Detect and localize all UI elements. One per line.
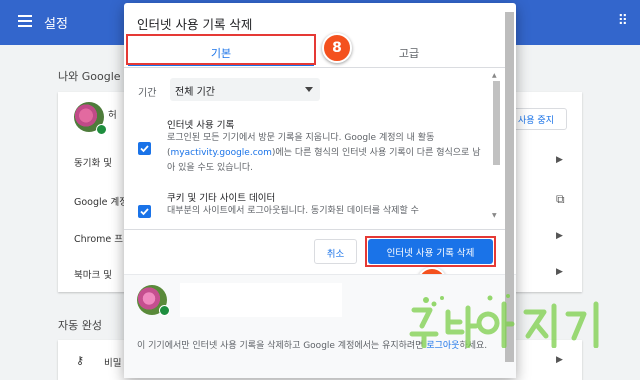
time-range-label: 기간 [138, 88, 157, 99]
time-range-value: 전체 기간 [175, 87, 215, 98]
chevron-right-icon: ▶ [556, 231, 563, 241]
sync-badge-icon [96, 124, 107, 135]
myactivity-link[interactable]: myactivity.google.com [171, 148, 272, 158]
check-icon [140, 145, 149, 153]
sync-badge-icon [159, 305, 170, 316]
cookies-checkbox[interactable] [138, 205, 151, 218]
browsing-history-desc: 로그인된 모든 기기에서 방문 기록을 지웁니다. Google 계정의 내 활… [167, 131, 485, 176]
row-sync[interactable]: 동기화 및 [74, 155, 112, 169]
profile-name: 허 [108, 110, 117, 121]
cookies-title: 쿠키 및 기타 사이트 데이터 [167, 193, 276, 204]
highlight-basic-tab [126, 34, 316, 65]
row-bookmarks[interactable]: 북마크 및 [74, 267, 112, 281]
account-info-redacted [180, 283, 342, 317]
scroll-up-icon[interactable]: ▲ [492, 72, 497, 79]
chevron-right-icon: ▶ [556, 355, 563, 365]
section-autofill: 자동 완성 [58, 319, 102, 332]
watermark-logo [409, 294, 599, 348]
chevron-right-icon: ▶ [556, 155, 563, 165]
external-link-icon: ⧉ [556, 192, 565, 206]
chevron-right-icon: ▶ [556, 267, 563, 277]
key-icon: ⚷ [76, 354, 85, 367]
scroll-down-icon[interactable]: ▼ [492, 212, 497, 219]
highlight-clear-button [365, 236, 496, 267]
cookies-desc: 대부분의 사이트에서 로그아웃됩니다. 동기화된 데이터를 삭제할 수 [167, 206, 419, 216]
cancel-button[interactable]: 취소 [314, 239, 357, 264]
row-google-account[interactable]: Google 계정 [74, 194, 128, 208]
menu-icon[interactable] [18, 15, 32, 27]
row-chrome-profile[interactable]: Chrome 프 [74, 231, 123, 245]
section-you-and-google: 나와 Google [58, 70, 121, 83]
check-icon [140, 208, 149, 216]
step-8-badge: 8 [322, 33, 352, 63]
row-passwords[interactable]: 비밀 [104, 355, 121, 369]
apps-icon[interactable]: ⠿ [618, 13, 628, 29]
settings-title: 설정 [44, 17, 68, 32]
browsing-history-checkbox[interactable] [138, 142, 151, 155]
caret-down-icon [305, 87, 313, 92]
dialog-scrollbar[interactable] [493, 81, 500, 165]
browsing-history-title: 인터넷 사용 기록 [167, 120, 235, 131]
dialog-divider [124, 229, 506, 230]
dialog-title: 인터넷 사용 기록 삭제 [137, 17, 253, 32]
footer-text-before: 이 기기에서만 인터넷 사용 기록을 삭제하고 Google 계정에서는 유지하… [137, 341, 427, 351]
time-range-select[interactable]: 전체 기간 [170, 78, 320, 101]
